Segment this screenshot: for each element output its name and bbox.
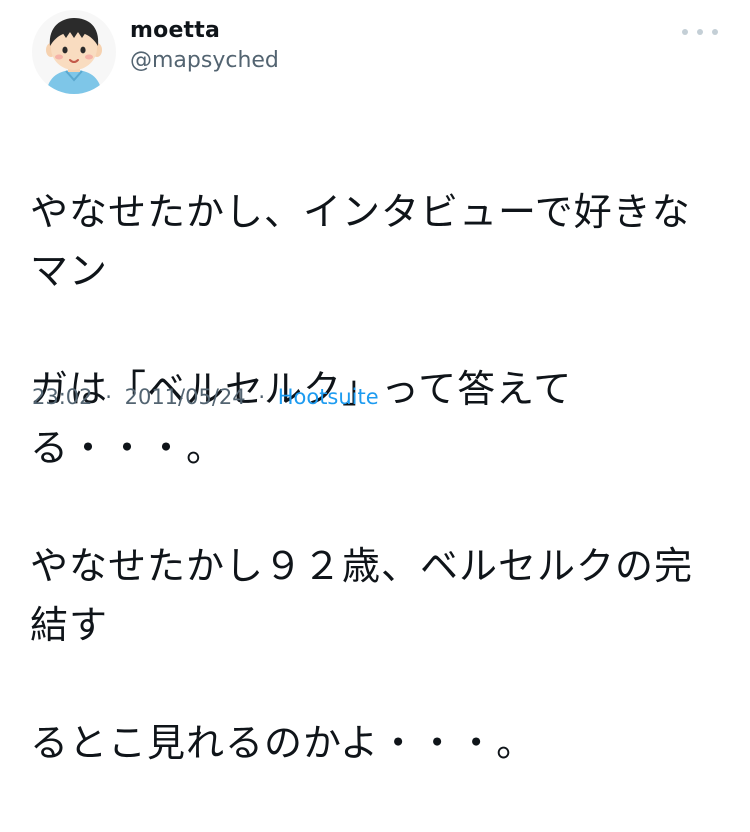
tweet-meta: 23:02 · 2011/05/24 · Hootsuite xyxy=(32,385,379,409)
ellipsis-icon xyxy=(712,29,718,35)
tweet-source-link[interactable]: Hootsuite xyxy=(278,385,379,409)
tweet-text-line: やなせたかし９２歳、ベルセルクの完結す xyxy=(30,544,694,647)
tweet-card: moetta @mapsyched やなせたかし、インタビューで好きなマン ガは… xyxy=(0,0,750,765)
tweet-text-line: るとこ見れるのかよ・・・。 xyxy=(30,721,536,765)
ellipsis-icon xyxy=(682,29,688,35)
tweet-text-line: ガは「ベルセルク」って答えてる・・・。 xyxy=(30,367,573,470)
tweet-date[interactable]: 2011/05/24 xyxy=(125,385,246,409)
tweet-text-line: やなせたかし、インタビューで好きなマン xyxy=(30,190,691,293)
author-display-name[interactable]: moetta xyxy=(130,18,220,43)
avatar[interactable] xyxy=(32,10,116,94)
author-handle[interactable]: @mapsyched xyxy=(130,48,279,73)
ellipsis-icon xyxy=(697,29,703,35)
tweet-time[interactable]: 23:02 xyxy=(32,385,93,409)
more-options-button[interactable] xyxy=(682,22,718,42)
boy-avatar-icon xyxy=(46,18,102,94)
meta-separator: · xyxy=(258,385,266,409)
meta-separator: · xyxy=(105,385,112,409)
tweet-text: やなせたかし、インタビューで好きなマン ガは「ベルセルク」って答えてる・・・。 … xyxy=(30,124,720,832)
